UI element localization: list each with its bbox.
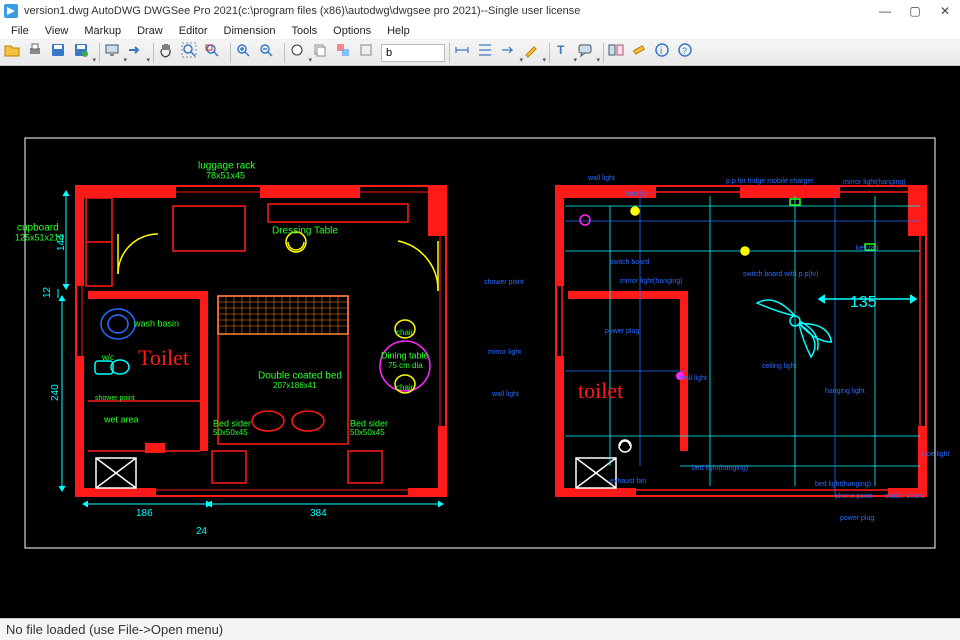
display-dropdown[interactable] [104, 42, 126, 64]
svg-text:exhaust fan: exhaust fan [610, 478, 646, 485]
svg-text:wall light: wall light [679, 375, 707, 382]
print-button[interactable] [27, 42, 49, 64]
svg-text:Dining table: Dining table [381, 350, 429, 360]
svg-text:shower point: shower point [95, 395, 135, 402]
svg-text:switch board: switch board [885, 493, 924, 500]
svg-text:Bed sider: Bed sider [213, 418, 251, 428]
svg-text:?: ? [682, 46, 687, 56]
zoom-in-button[interactable] [235, 42, 257, 64]
svg-text:24: 24 [196, 526, 208, 537]
zoom-extents-button[interactable] [181, 42, 203, 64]
svg-text:w/c: w/c [101, 353, 114, 362]
svg-text:toilet: toilet [578, 378, 623, 403]
menu-file[interactable]: File [4, 23, 36, 39]
window-title: version1.dwg AutoDWG DWGSee Pro 2021(c:\… [24, 5, 580, 17]
minimize-button[interactable]: — [870, 0, 900, 22]
window-controls: — ▢ ✕ [870, 0, 960, 22]
svg-text:i: i [660, 46, 662, 57]
svg-text:mirror light: mirror light [488, 349, 521, 356]
svg-text:75 cm dia: 75 cm dia [388, 361, 423, 370]
svg-text:key tag: key tag [856, 245, 879, 252]
measure-button[interactable] [631, 42, 653, 64]
svg-text:mirror light(hanging): mirror light(hanging) [620, 278, 683, 285]
svg-text:p.p for fridge mobile charger: p.p for fridge mobile charger [726, 178, 814, 185]
svg-text:tube light: tube light [921, 451, 949, 458]
dim-aligned-button[interactable] [477, 42, 499, 64]
zoom-out-button[interactable] [258, 42, 280, 64]
svg-text:bed light(hanging): bed light(hanging) [692, 465, 748, 472]
svg-text:wall light: wall light [491, 391, 519, 398]
dim-linear-button[interactable] [454, 42, 476, 64]
cad-drawing: cupboard 125x51x210 luggage rack 78x51x4… [0, 66, 960, 618]
menu-help[interactable]: Help [380, 23, 417, 39]
title-bar: version1.dwg AutoDWG DWGSee Pro 2021(c:\… [0, 0, 960, 22]
menu-bar: File View Markup Draw Editor Dimension T… [0, 22, 960, 40]
menu-editor[interactable]: Editor [172, 23, 215, 39]
svg-text:50x50x45: 50x50x45 [350, 428, 385, 437]
save-as-dropdown[interactable] [73, 42, 95, 64]
menu-view[interactable]: View [38, 23, 76, 39]
svg-text:144: 144 [56, 234, 67, 251]
svg-text:ceiling light: ceiling light [762, 363, 797, 370]
maximize-button[interactable]: ▢ [900, 0, 930, 22]
svg-text:wall light: wall light [587, 175, 615, 182]
copy-button[interactable] [312, 42, 334, 64]
svg-text:50x50x45: 50x50x45 [213, 428, 248, 437]
info-button[interactable]: i [654, 42, 676, 64]
status-text: No file loaded (use File->Open menu) [6, 622, 223, 637]
svg-text:T: T [557, 43, 565, 57]
svg-text:135: 135 [850, 294, 877, 311]
svg-text:12: 12 [42, 286, 53, 298]
dim-style-dropdown[interactable] [500, 42, 522, 64]
menu-tools[interactable]: Tools [284, 23, 324, 39]
svg-text:wash basin: wash basin [133, 318, 179, 328]
open-button[interactable] [4, 42, 26, 64]
markup-dropdown[interactable] [523, 42, 545, 64]
svg-text:chair: chair [396, 383, 414, 392]
svg-text:power plug: power plug [840, 515, 874, 522]
compare-button[interactable] [608, 42, 630, 64]
svg-text:78x51x45: 78x51x45 [206, 170, 245, 180]
export-dropdown[interactable] [127, 42, 149, 64]
help-button[interactable]: ? [677, 42, 699, 64]
layers-button[interactable] [335, 42, 357, 64]
svg-text:bed light(hanging): bed light(hanging) [815, 481, 871, 488]
svg-text:384: 384 [310, 508, 327, 519]
close-button[interactable]: ✕ [930, 0, 960, 22]
status-bar: No file loaded (use File->Open menu) [0, 618, 960, 640]
svg-text:240: 240 [50, 384, 61, 401]
color-dropdown[interactable] [289, 42, 311, 64]
svg-text:switch board with p.p(tv): switch board with p.p(tv) [743, 271, 818, 278]
app-logo-icon [4, 4, 18, 18]
save-button[interactable] [50, 42, 72, 64]
svg-text:phone point: phone point [835, 493, 872, 500]
menu-markup[interactable]: Markup [77, 23, 128, 39]
pan-button[interactable] [158, 42, 180, 64]
svg-text:Dressing Table: Dressing Table [272, 226, 338, 237]
svg-text:shower point: shower point [484, 279, 524, 286]
drawing-canvas[interactable]: cupboard 125x51x210 luggage rack 78x51x4… [0, 66, 960, 618]
svg-text:mirror light(hanging): mirror light(hanging) [843, 179, 906, 186]
svg-text:wet area: wet area [103, 414, 139, 424]
svg-text:power plug: power plug [605, 328, 639, 335]
block-button[interactable] [358, 42, 380, 64]
svg-text:Bed sider: Bed sider [350, 418, 388, 428]
menu-options[interactable]: Options [326, 23, 378, 39]
svg-text:Double coated bed: Double coated bed [258, 371, 342, 382]
svg-text:chair: chair [396, 328, 414, 337]
comment-dropdown[interactable] [577, 42, 599, 64]
toolbar: T i ? [0, 40, 960, 66]
svg-text:186: 186 [136, 508, 153, 519]
zoom-window-button[interactable] [204, 42, 226, 64]
menu-dimension[interactable]: Dimension [217, 23, 283, 39]
text-tool-dropdown[interactable]: T [554, 42, 576, 64]
menu-draw[interactable]: Draw [130, 23, 170, 39]
svg-text:207x186x41: 207x186x41 [273, 381, 317, 390]
svg-text:Toilet: Toilet [138, 345, 189, 370]
text-input[interactable] [381, 44, 445, 62]
svg-text:switch board: switch board [610, 259, 649, 266]
svg-text:hanging light: hanging light [825, 388, 865, 395]
svg-text:bed light: bed light [626, 191, 653, 198]
